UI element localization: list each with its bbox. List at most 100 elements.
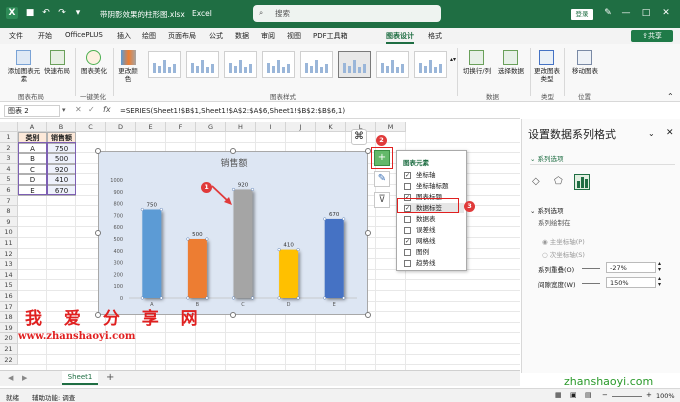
- chart-style-thumbnail[interactable]: [148, 51, 181, 78]
- row-header[interactable]: 10: [0, 227, 18, 238]
- chart-element-option[interactable]: 图例: [404, 247, 464, 257]
- zoom-out-icon[interactable]: −: [602, 391, 608, 399]
- effects-icon[interactable]: ⬠: [554, 176, 563, 187]
- close-icon[interactable]: ✕: [660, 7, 672, 19]
- quick-layout-button[interactable]: 快速布局: [42, 67, 72, 76]
- add-chart-element-button[interactable]: 添加图表元素: [6, 67, 42, 83]
- row-header[interactable]: 17: [0, 301, 18, 313]
- column-chart[interactable]: 销售额01002003004005006007008009001000750A5…: [99, 152, 369, 316]
- name-box-dropdown-icon[interactable]: ▾: [62, 106, 66, 114]
- menu-chart-design[interactable]: 图表设计: [386, 31, 414, 44]
- row-header[interactable]: 22: [0, 354, 18, 366]
- primary-axis-radio[interactable]: ◉ 主坐标轴(P): [542, 236, 585, 246]
- column-header[interactable]: C: [76, 122, 106, 132]
- row-header[interactable]: 7: [0, 195, 18, 207]
- cancel-icon[interactable]: ✕: [75, 105, 82, 114]
- gap-slider[interactable]: [582, 283, 600, 284]
- resize-handle[interactable]: [230, 148, 236, 154]
- resize-handle[interactable]: [365, 148, 371, 154]
- row-header[interactable]: 19: [0, 322, 18, 334]
- zoom-in-icon[interactable]: +: [646, 391, 652, 399]
- select-data-button[interactable]: 选择数据: [494, 67, 528, 76]
- column-header[interactable]: I: [256, 122, 286, 132]
- row-header[interactable]: 13: [0, 259, 18, 270]
- gap-spinner-icon[interactable]: ▴ ▾: [658, 276, 661, 288]
- column-header[interactable]: A: [18, 122, 47, 132]
- redo-icon[interactable]: ↷: [56, 7, 68, 19]
- search-box[interactable]: ⌕ 搜索: [253, 5, 441, 22]
- chart-beautify-icon[interactable]: [86, 50, 101, 65]
- select-all-corner[interactable]: [0, 122, 18, 132]
- change-chart-type-icon[interactable]: [539, 50, 554, 65]
- change-colors-icon[interactable]: [121, 50, 136, 65]
- chart-style-thumbnail[interactable]: [262, 51, 295, 78]
- minimize-icon[interactable]: —: [620, 7, 632, 19]
- enter-icon[interactable]: ✓: [88, 105, 95, 114]
- chart-element-option[interactable]: 误差线: [404, 225, 464, 235]
- move-chart-button[interactable]: 移动图表: [568, 67, 602, 76]
- column-header[interactable]: M: [376, 122, 406, 132]
- column-header[interactable]: H: [226, 122, 256, 132]
- menu-review[interactable]: 审阅: [261, 31, 275, 41]
- formula-input[interactable]: =SERIES(Sheet1!$B$1,Sheet1!$A$2:$A$6,She…: [120, 107, 345, 115]
- row-header[interactable]: 3: [0, 153, 18, 164]
- maximize-icon[interactable]: □: [640, 7, 652, 19]
- row-header[interactable]: 11: [0, 238, 18, 249]
- row-header[interactable]: 14: [0, 269, 18, 281]
- row-header[interactable]: 12: [0, 248, 18, 260]
- save-icon[interactable]: ■: [24, 7, 36, 19]
- checkbox[interactable]: [404, 227, 411, 234]
- chart-element-option[interactable]: ✓ 网格线: [404, 236, 464, 246]
- resize-handle[interactable]: [365, 230, 371, 236]
- quick-layout-icon[interactable]: [50, 50, 65, 65]
- column-header[interactable]: E: [136, 122, 166, 132]
- customize-qat-icon[interactable]: ▾: [72, 7, 84, 19]
- table-header-cell[interactable]: 类别: [18, 132, 47, 143]
- row-header[interactable]: 5: [0, 174, 18, 185]
- resize-handle[interactable]: [95, 312, 101, 318]
- resize-handle[interactable]: [95, 148, 101, 154]
- row-header[interactable]: 2: [0, 142, 18, 154]
- zoom-slider[interactable]: [612, 396, 642, 397]
- add-chart-element-icon[interactable]: [16, 50, 31, 65]
- menu-officeplus[interactable]: OfficePLUS: [65, 31, 103, 39]
- collapse-ribbon-icon[interactable]: ⌃: [667, 92, 674, 101]
- overlap-spinner-icon[interactable]: ▴ ▾: [658, 261, 661, 273]
- accessibility-status[interactable]: 辅助功能: 调查: [32, 392, 75, 402]
- column-header[interactable]: J: [286, 122, 316, 132]
- column-header[interactable]: G: [196, 122, 226, 132]
- row-header[interactable]: 4: [0, 163, 18, 175]
- chart-beautify-button[interactable]: 图表美化: [78, 67, 110, 76]
- series-options-section[interactable]: ⌄ 系列选项: [530, 205, 564, 215]
- row-header[interactable]: 15: [0, 280, 18, 291]
- menu-page-layout[interactable]: 页面布局: [168, 31, 196, 41]
- name-box[interactable]: 图表 2: [4, 105, 60, 117]
- chart-area[interactable]: 销售额 0 100 200 300 400 500 600 700 800 900 1000 750 A 5…: [98, 151, 368, 315]
- chart-style-thumbnail[interactable]: [186, 51, 219, 78]
- share-button[interactable]: ⇪共享: [631, 30, 673, 42]
- login-button[interactable]: 登录: [571, 9, 593, 20]
- chart-style-thumbnail[interactable]: [300, 51, 333, 78]
- chart-element-option[interactable]: ✓ 坐标轴: [404, 170, 464, 180]
- resize-handle[interactable]: [95, 230, 101, 236]
- row-header[interactable]: 16: [0, 291, 18, 302]
- overlap-slider[interactable]: [582, 268, 600, 269]
- menu-formulas[interactable]: 公式: [209, 31, 223, 41]
- add-sheet-button[interactable]: +: [106, 372, 114, 383]
- checkbox[interactable]: [404, 183, 411, 190]
- page-layout-view-icon[interactable]: ▣: [570, 391, 577, 399]
- column-header[interactable]: D: [106, 122, 136, 132]
- pane-close-icon[interactable]: ✕: [666, 128, 674, 138]
- menu-draw[interactable]: 绘图: [142, 31, 156, 41]
- select-data-icon[interactable]: [503, 50, 518, 65]
- row-header[interactable]: 9: [0, 216, 18, 228]
- layout-options-button[interactable]: ⌘: [351, 129, 367, 145]
- table-header-cell[interactable]: 销售额: [47, 132, 76, 143]
- checkbox[interactable]: [404, 260, 411, 267]
- gap-input[interactable]: 150%: [606, 277, 656, 288]
- series-options-tab[interactable]: ⌄ 系列选项: [530, 153, 564, 163]
- page-break-view-icon[interactable]: ▤: [585, 391, 592, 399]
- switch-row-column-button[interactable]: 切换行/列: [460, 67, 494, 76]
- tab-next-icon[interactable]: ▶: [22, 374, 27, 382]
- menu-insert[interactable]: 插入: [117, 31, 131, 41]
